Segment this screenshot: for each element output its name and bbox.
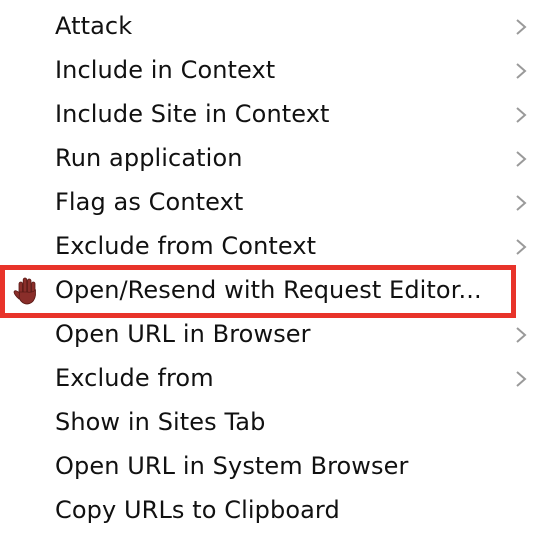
menu-item-label: Open/Resend with Request Editor... [55, 276, 482, 304]
menu-item-label: Include in Context [55, 56, 276, 84]
menu-item-include-in-context[interactable]: Include in Context [0, 48, 533, 92]
menu-item-exclude-from-context[interactable]: Exclude from Context [0, 224, 533, 268]
menu-item-label: Open URL in System Browser [55, 452, 409, 480]
chevron-right-icon [514, 326, 528, 344]
menu-item-run-application[interactable]: Run application [0, 136, 533, 180]
menu-item-open-url-in-browser[interactable]: Open URL in Browser [0, 312, 533, 356]
menu-item-label: Flag as Context [55, 188, 244, 216]
menu-item-label: Exclude from Context [55, 232, 317, 260]
menu-item-flag-as-context[interactable]: Flag as Context [0, 180, 533, 224]
menu-item-label: Exclude from [55, 364, 214, 392]
menu-item-label: Attack [55, 12, 133, 40]
menu-item-label: Run application [55, 144, 243, 172]
context-menu: Attack Include in Context Include Site i… [0, 0, 533, 533]
hand-icon [10, 275, 44, 307]
chevron-right-icon [514, 18, 528, 36]
menu-item-open-url-in-system-browser[interactable]: Open URL in System Browser [0, 444, 533, 488]
menu-item-label: Copy URLs to Clipboard [55, 496, 340, 524]
chevron-right-icon [514, 106, 528, 124]
chevron-right-icon [514, 62, 528, 80]
menu-item-label: Open URL in Browser [55, 320, 311, 348]
menu-item-label: Include Site in Context [55, 100, 330, 128]
menu-item-copy-urls-to-clipboard[interactable]: Copy URLs to Clipboard [0, 488, 533, 532]
chevron-right-icon [514, 370, 528, 388]
menu-item-exclude-from[interactable]: Exclude from [0, 356, 533, 400]
menu-item-label: Show in Sites Tab [55, 408, 266, 436]
chevron-right-icon [514, 150, 528, 168]
menu-item-attack[interactable]: Attack [0, 4, 533, 48]
menu-item-include-site-in-context[interactable]: Include Site in Context [0, 92, 533, 136]
chevron-right-icon [514, 238, 528, 256]
menu-item-show-in-sites-tab[interactable]: Show in Sites Tab [0, 400, 533, 444]
chevron-right-icon [514, 194, 528, 212]
menu-item-open-resend-with-request-editor[interactable]: Open/Resend with Request Editor... [0, 268, 533, 312]
